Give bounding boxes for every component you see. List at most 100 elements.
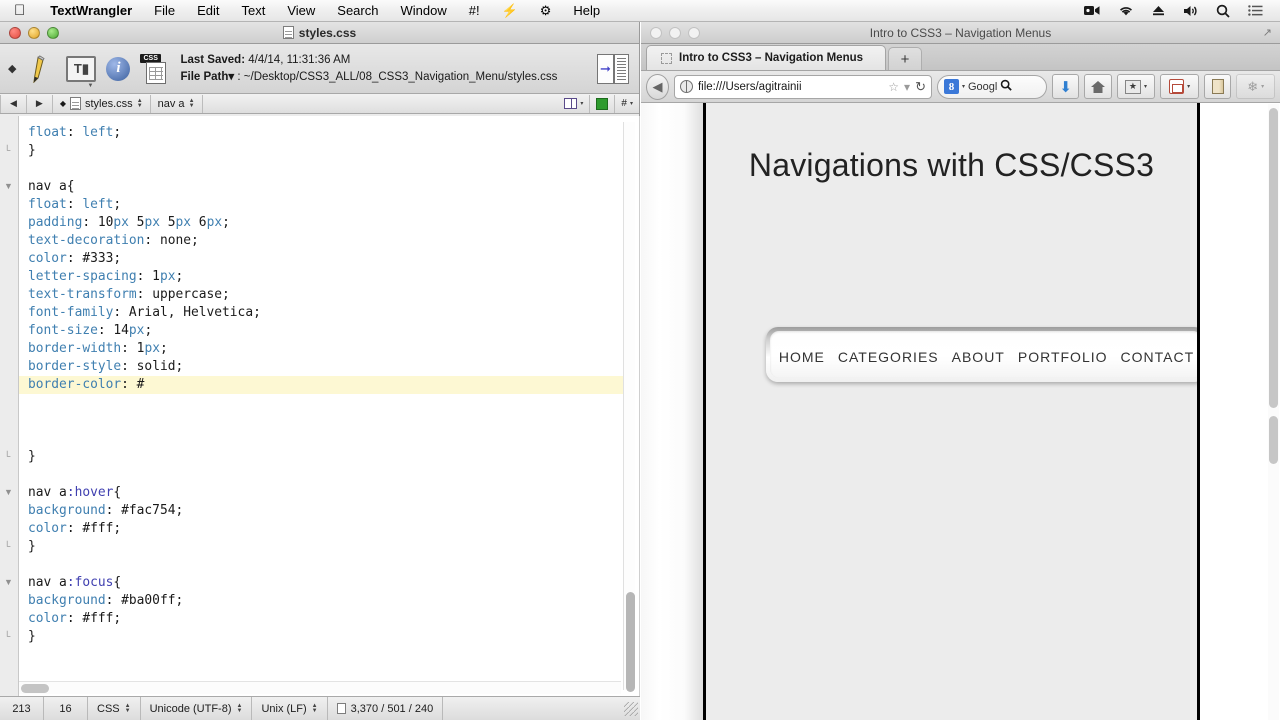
textwrangler-titlebar[interactable]: styles.css <box>0 22 639 44</box>
code-line[interactable]: } <box>28 538 639 556</box>
code-line[interactable]: } <box>28 448 639 466</box>
code-line[interactable] <box>28 160 639 178</box>
browser-vertical-scrollbar[interactable] <box>1268 104 1279 720</box>
code-line[interactable]: letter-spacing: 1px; <box>28 268 639 286</box>
block-end-icon[interactable]: └ <box>4 146 10 155</box>
list-icon[interactable] <box>1239 5 1272 16</box>
file-path-label[interactable]: File Path <box>180 71 228 83</box>
reader-list-icon[interactable] <box>1204 74 1232 99</box>
block-end-icon[interactable]: └ <box>4 452 10 461</box>
code-content[interactable]: float: left;} nav a{float: left; padding:… <box>19 116 640 696</box>
video-camera-icon[interactable] <box>1075 5 1109 16</box>
lightning-icon[interactable]: ⚡ <box>491 3 529 19</box>
block-end-icon[interactable]: └ <box>4 632 10 641</box>
pocket-icon[interactable]: ▾ <box>1160 74 1199 99</box>
code-line[interactable] <box>28 430 639 448</box>
url-bar[interactable]: file:///Users/agitrainii ☆ ▾ ↻ <box>673 74 932 99</box>
resize-grip[interactable] <box>624 701 638 716</box>
file-selector[interactable]: ◆ styles.css ▲ ▼ <box>53 97 150 110</box>
document-state-button[interactable] <box>590 97 614 110</box>
fold-triangle-icon[interactable]: ▼ <box>4 182 13 191</box>
code-line[interactable] <box>28 412 639 430</box>
back-button[interactable]: ◀ <box>646 73 669 100</box>
status-encoding[interactable]: Unicode (UTF-8) ▲ ▼ <box>141 697 253 720</box>
css-file-icon[interactable]: CSS <box>140 52 170 86</box>
nav-back-button[interactable]: ◀ <box>1 98 26 109</box>
search-engine-caret-icon[interactable]: ▾ <box>962 83 965 90</box>
firefox-titlebar[interactable]: Intro to CSS3 – Navigation Menus ↗ <box>641 22 1280 44</box>
line-number-button[interactable]: # ▾ <box>615 98 639 109</box>
code-line[interactable] <box>28 556 639 574</box>
code-line[interactable]: border-style: solid; <box>28 358 639 376</box>
text-options-icon[interactable]: T▮ <box>66 55 97 89</box>
code-line[interactable]: background: #fac754; <box>28 502 639 520</box>
nav-link-home[interactable]: HOME <box>773 339 830 370</box>
code-line[interactable]: border-width: 1px; <box>28 340 639 358</box>
menu-search[interactable]: Search <box>326 3 389 18</box>
bookmark-star-icon[interactable]: ☆ <box>888 80 899 94</box>
drawer-toggle-button[interactable]: ➞ <box>595 51 631 87</box>
fold-triangle-icon[interactable]: ▼ <box>4 578 13 587</box>
nav-link-categories[interactable]: CATEGORIES <box>832 339 944 370</box>
editor-horizontal-scrollbar[interactable] <box>19 681 621 694</box>
pencil-icon[interactable] <box>26 52 56 86</box>
apple-icon[interactable]:  <box>0 3 39 18</box>
language-stepper-icon[interactable]: ▲ ▼ <box>125 703 131 714</box>
code-line[interactable]: nav a{ <box>28 178 639 196</box>
tab-intro-to-css3[interactable]: Intro to CSS3 – Navigation Menus <box>646 45 886 70</box>
nav-link-about[interactable]: ABOUT <box>946 339 1010 370</box>
code-line[interactable]: text-decoration: none; <box>28 232 639 250</box>
code-line[interactable]: color: #333; <box>28 250 639 268</box>
menu-text[interactable]: Text <box>230 3 276 18</box>
editor-vertical-scrollbar[interactable] <box>623 122 635 692</box>
open-book-button[interactable]: ▾ <box>558 98 589 109</box>
search-magnifier-icon[interactable] <box>1000 79 1013 94</box>
code-line[interactable]: background: #ba00ff; <box>28 592 639 610</box>
bookmarks-icon[interactable]: ★ ▾ <box>1116 74 1156 99</box>
menu-help[interactable]: Help <box>562 3 611 18</box>
info-icon[interactable]: i <box>106 56 131 81</box>
fullscreen-icon[interactable]: ↗ <box>1263 26 1272 39</box>
menubar-app-name[interactable]: TextWrangler <box>39 3 143 18</box>
gear-icon[interactable]: ⚙ <box>529 3 563 19</box>
code-editor[interactable]: └ ▼ └ ▼ └ ▼ └ float: left;} nav a{float: left;… <box>0 116 640 696</box>
wifi-icon[interactable] <box>1109 5 1143 17</box>
line-endings-stepper-icon[interactable]: ▲ ▼ <box>312 703 318 714</box>
code-line[interactable]: } <box>28 142 639 160</box>
code-line[interactable]: border-color: # <box>19 376 634 394</box>
download-icon[interactable]: ⬇ <box>1051 74 1080 99</box>
new-tab-button[interactable]: + <box>888 47 922 70</box>
editor-hscroll-thumb[interactable] <box>21 684 49 693</box>
code-line[interactable] <box>28 466 639 484</box>
menu-window[interactable]: Window <box>389 3 457 18</box>
editor-vscroll-thumb[interactable] <box>626 592 635 692</box>
block-end-icon[interactable]: └ <box>4 542 10 551</box>
code-line[interactable]: text-transform: uppercase; <box>28 286 639 304</box>
function-stepper-icon[interactable]: ▲ ▼ <box>189 98 195 109</box>
menu-edit[interactable]: Edit <box>186 3 230 18</box>
nav-link-contact[interactable]: CONTACT <box>1115 339 1200 370</box>
status-language[interactable]: CSS ▲ ▼ <box>88 697 141 720</box>
nav-link-portfolio[interactable]: PORTFOLIO <box>1012 339 1113 370</box>
function-selector[interactable]: nav a ▲ ▼ <box>151 98 202 110</box>
code-line[interactable]: font-family: Arial, Helvetica; <box>28 304 639 322</box>
code-line[interactable]: font-size: 14px; <box>28 322 639 340</box>
tools-icon[interactable]: ❄ ▾ <box>1236 74 1276 99</box>
menu-view[interactable]: View <box>276 3 326 18</box>
code-line[interactable]: float: left; <box>28 196 639 214</box>
search-bar[interactable]: 8 ▾ Googl <box>936 74 1047 99</box>
browser-vscroll-thumb[interactable] <box>1269 108 1278 408</box>
code-line[interactable]: padding: 10px 5px 5px 6px; <box>28 214 639 232</box>
fold-triangle-icon[interactable]: ▼ <box>4 488 13 497</box>
diamond-icon[interactable]: ◆ <box>8 62 16 75</box>
file-stepper-icon[interactable]: ▲ ▼ <box>137 98 143 109</box>
menu-file[interactable]: File <box>143 3 186 18</box>
reload-icon[interactable]: ↻ <box>915 79 926 95</box>
code-line[interactable]: color: #fff; <box>28 610 639 628</box>
file-path-caret[interactable]: ▾ <box>228 71 234 83</box>
editor-gutter[interactable]: └ ▼ └ ▼ └ ▼ └ <box>0 116 19 696</box>
encoding-stepper-icon[interactable]: ▲ ▼ <box>236 703 242 714</box>
eject-icon[interactable] <box>1143 5 1174 16</box>
home-icon[interactable] <box>1084 74 1112 99</box>
code-line[interactable]: } <box>28 628 639 646</box>
